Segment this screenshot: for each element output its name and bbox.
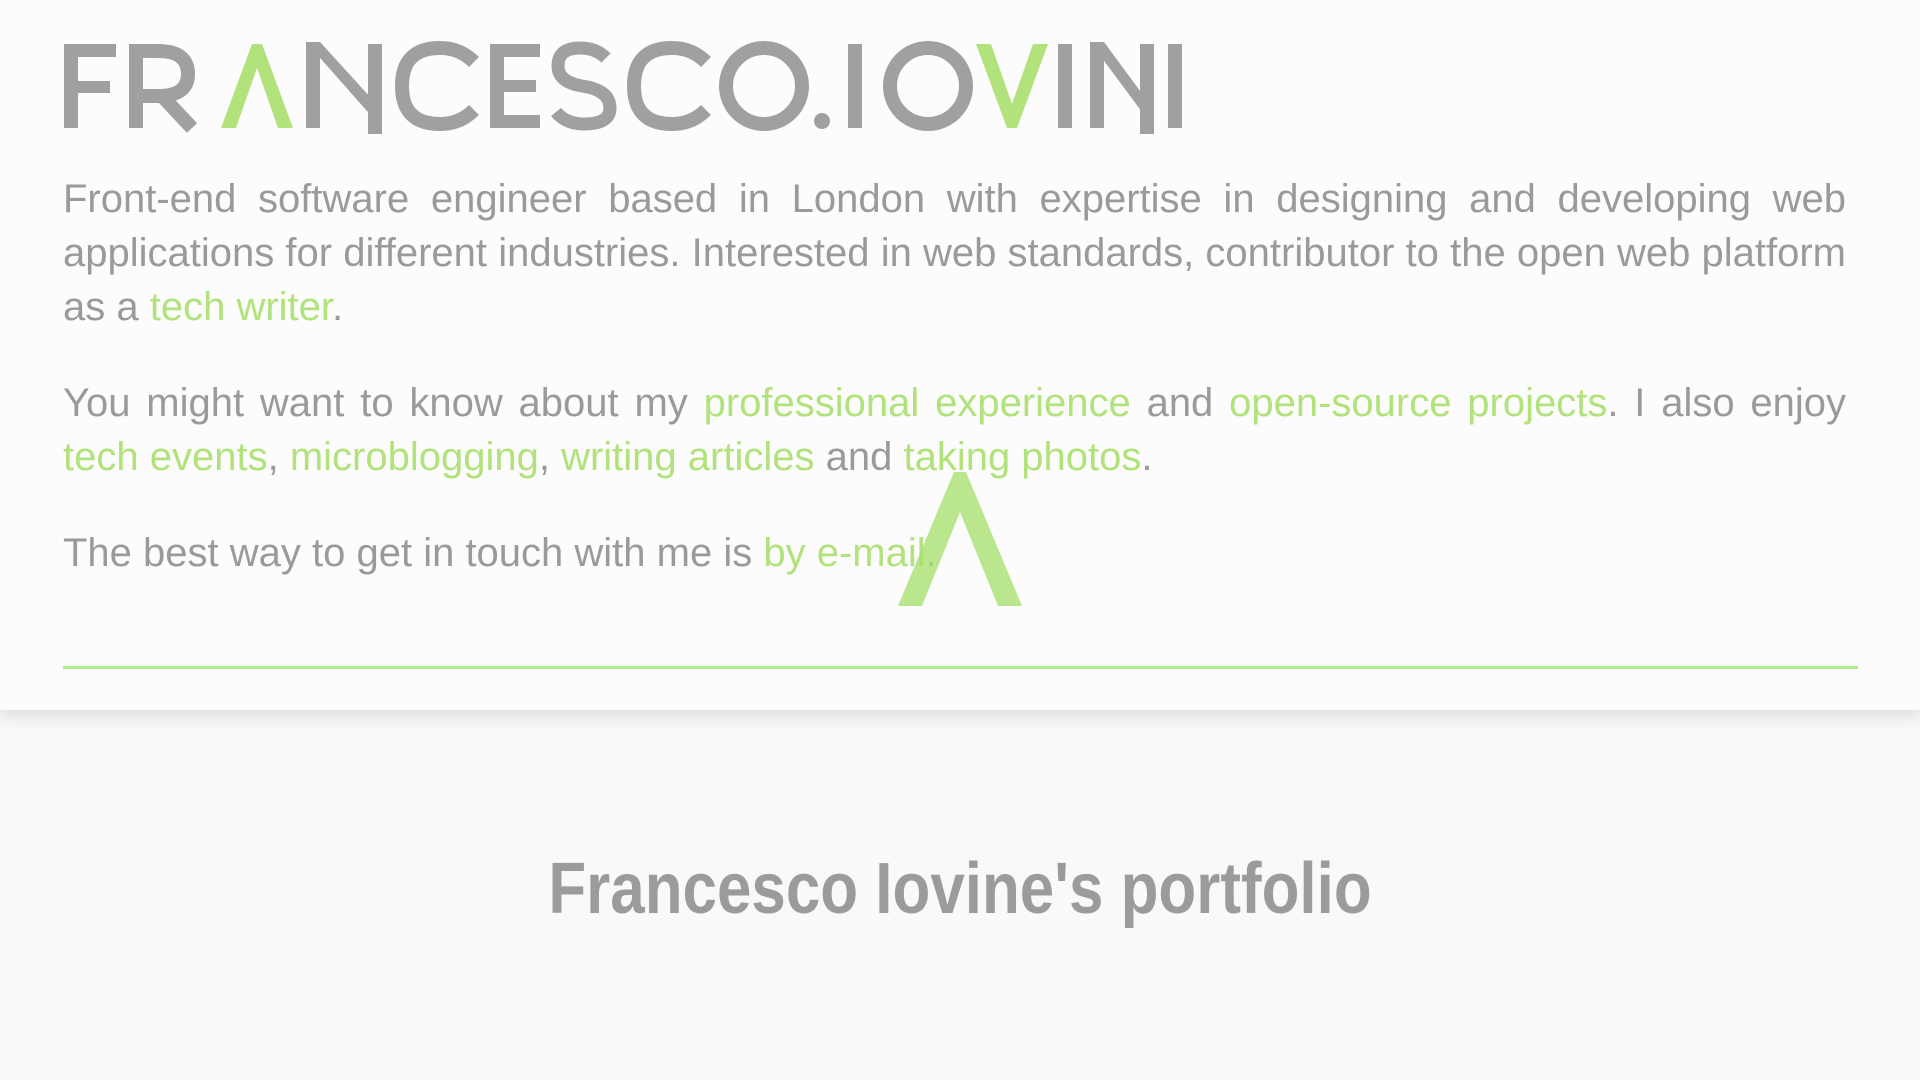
header-divider [63, 666, 1858, 669]
tech-writer-link[interactable]: tech writer [150, 285, 332, 329]
microblogging-link[interactable]: microblogging [290, 435, 539, 479]
header-card: Front-end software engineer based in Lon… [0, 0, 1920, 710]
bio-contact-text: The best way to get in touch with me is [63, 531, 764, 575]
caret-cursor-icon [898, 472, 1022, 606]
portfolio-title: Francesco Iovine's portfolio [548, 849, 1372, 930]
bio-paragraph-intro: Front-end software engineer based in Lon… [63, 172, 1846, 334]
open-source-projects-link[interactable]: open-source projects [1229, 381, 1607, 425]
bio-interests-comma: , [267, 435, 290, 479]
bio-interests-and: and [814, 435, 904, 479]
bio-interests-text: You might want to know about my [63, 381, 704, 425]
bio-interests-and: and [1130, 381, 1230, 425]
bio-intro-period: . [332, 285, 344, 329]
bio-interests-also: . I also enjoy [1607, 381, 1846, 425]
professional-experience-link[interactable]: professional experience [704, 381, 1131, 425]
bio-interests-period: . [1141, 435, 1153, 479]
site-logo[interactable] [62, 38, 1182, 134]
writing-articles-link[interactable]: writing articles [561, 435, 814, 479]
tech-events-link[interactable]: tech events [63, 435, 268, 479]
bio-paragraph-interests: You might want to know about my professi… [63, 376, 1846, 484]
bio-interests-comma: , [538, 435, 562, 479]
logo-wordmark [64, 40, 1182, 134]
